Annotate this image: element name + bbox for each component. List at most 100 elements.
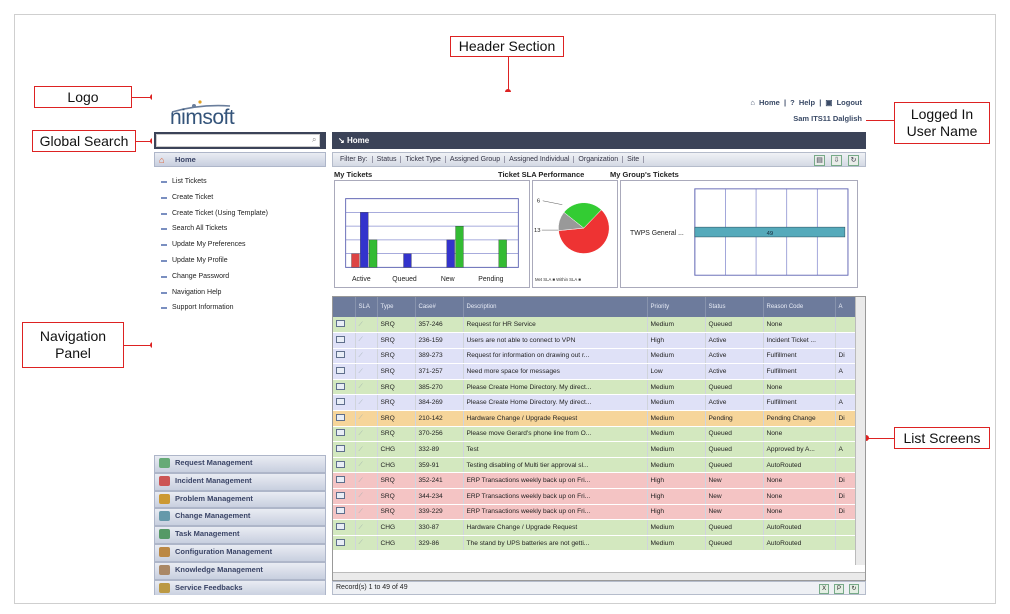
table-row[interactable]: ⟋ CHG 332-89 Test Medium Queued Approved by A.… <box>333 441 858 458</box>
filter-option[interactable]: Ticket Type <box>401 156 446 163</box>
refresh-icon[interactable]: ↻ <box>849 584 859 594</box>
row-print-cell[interactable] <box>333 410 356 427</box>
table-row[interactable]: ⟋ SRQ 210-142 Hardware Change / Upgrade Req… <box>333 410 858 427</box>
print-icon[interactable]: ▤ <box>814 155 826 166</box>
search-icon[interactable]: ⌕ <box>312 135 321 145</box>
cell-priority: Medium <box>647 535 706 552</box>
home-link[interactable]: Home <box>759 98 780 107</box>
nav-module-knowledge-management[interactable]: Knowledge Management <box>154 561 326 580</box>
row-print-cell[interactable] <box>333 379 356 396</box>
nav-link[interactable]: Navigation Help <box>160 286 326 302</box>
filter-option[interactable]: Organization <box>574 156 624 163</box>
table-row[interactable]: ⟋ SRQ 236-159 Users are not able to connect… <box>333 332 858 349</box>
row-print-cell[interactable] <box>333 394 356 412</box>
table-row[interactable]: ⟋ SRQ 371-257 Need more space for messages L… <box>333 363 858 380</box>
column-header[interactable]: Status <box>705 297 764 317</box>
navigation-panel: ⌂ Home List Tickets Create Ticket Create T… <box>154 152 326 595</box>
filter-option[interactable]: Site <box>623 156 645 163</box>
row-print-cell[interactable] <box>333 441 356 458</box>
row-print-cell[interactable] <box>333 519 356 536</box>
printer-icon[interactable] <box>336 320 345 328</box>
horizontal-scrollbar[interactable] <box>333 572 865 580</box>
printer-icon[interactable] <box>336 491 345 499</box>
column-header[interactable]: SLA <box>355 297 378 317</box>
printer-icon[interactable] <box>336 445 345 453</box>
nav-module-incident-management[interactable]: Incident Management <box>154 472 326 491</box>
printer-icon[interactable] <box>336 335 345 343</box>
logout-link[interactable]: Logout <box>837 98 862 107</box>
table-row[interactable]: ⟋ SRQ 389-273 Request for information on dr… <box>333 348 858 365</box>
table-row[interactable]: ⟋ SRQ 357-246 Request for HR Service Medium Q… <box>333 317 858 334</box>
cell-status: Active <box>705 394 764 412</box>
column-header[interactable]: Type <box>377 297 416 317</box>
row-print-cell[interactable] <box>333 457 356 474</box>
vertical-scrollbar[interactable] <box>855 297 865 565</box>
printer-icon[interactable] <box>336 382 345 390</box>
column-header[interactable]: Description <box>463 297 648 317</box>
filter-option[interactable]: Assigned Individual <box>505 156 575 163</box>
nav-link[interactable]: Create Ticket <box>160 191 326 207</box>
row-print-cell[interactable] <box>333 504 356 521</box>
table-row[interactable]: ⟋ SRQ 352-241 ERP Transactions weekly back … <box>333 472 858 490</box>
nav-module-task-management[interactable]: Task Management <box>154 526 326 544</box>
excel-export-icon[interactable]: X <box>819 584 830 594</box>
row-print-cell[interactable] <box>333 332 356 349</box>
nav-link[interactable]: Create Ticket (Using Template) <box>160 207 326 223</box>
column-header[interactable] <box>333 297 356 317</box>
table-row[interactable]: ⟋ SRQ 370-256 Please move Gerard's phone li… <box>333 426 858 443</box>
printer-icon[interactable] <box>336 460 345 468</box>
printer-icon[interactable] <box>336 507 345 515</box>
nav-module-problem-management[interactable]: Problem Management <box>154 490 326 509</box>
cell-type: CHG <box>377 519 416 536</box>
nav-module-configuration-management[interactable]: Configuration Management <box>154 543 326 562</box>
row-print-cell[interactable] <box>333 363 356 380</box>
nav-link[interactable]: Update My Preferences <box>160 238 326 254</box>
printer-icon[interactable] <box>336 413 345 421</box>
row-print-cell[interactable] <box>333 317 356 334</box>
row-print-cell[interactable] <box>333 472 356 490</box>
nav-link[interactable]: List Tickets <box>160 175 326 191</box>
nav-link[interactable]: Support Information <box>160 301 326 317</box>
nav-module-request-management[interactable]: Request Management <box>154 455 326 473</box>
filter-option[interactable]: Assigned Group <box>445 156 506 163</box>
global-search-input[interactable] <box>156 134 320 147</box>
printer-icon[interactable] <box>336 351 345 359</box>
nav-link[interactable]: Update My Profile <box>160 254 326 270</box>
ticket-list-grid: SLA Type Case# Description Priority Status Rea… <box>332 296 866 581</box>
nav-link[interactable]: Change Password <box>160 270 326 286</box>
table-row[interactable]: ⟋ CHG 329-86 The stand by UPS batteries are… <box>333 535 858 552</box>
table-row[interactable]: ⟋ CHG 330-87 Hardware Change / Upgrade Requ… <box>333 519 858 536</box>
table-row[interactable]: ⟋ SRQ 339-229 ERP Transactions weekly back … <box>333 504 858 521</box>
table-row[interactable]: ⟋ SRQ 385-270 Please Create Home Directory.… <box>333 379 858 396</box>
refresh-icon[interactable]: ↻ <box>848 155 859 166</box>
table-row[interactable]: ⟋ CHG 359-91 Testing disabling of Multi tie… <box>333 457 858 474</box>
nav-link[interactable]: Search All Tickets <box>160 222 326 238</box>
printer-icon[interactable] <box>336 367 345 375</box>
filter-option[interactable]: Status <box>372 156 402 163</box>
column-header[interactable]: A <box>835 297 858 317</box>
nav-home-header[interactable]: ⌂ Home <box>154 152 326 167</box>
breadcrumb-home[interactable]: Home <box>347 136 369 145</box>
column-header[interactable]: Priority <box>647 297 706 317</box>
row-print-cell[interactable] <box>333 488 356 505</box>
nav-module-change-management[interactable]: Change Management <box>154 508 326 527</box>
nav-module-service-feedbacks[interactable]: Service Feedbacks <box>154 579 326 595</box>
table-row[interactable]: ⟋ SRQ 384-269 Please Create Home Directory.… <box>333 394 858 412</box>
table-row[interactable]: ⟋ SRQ 344-234 ERP Transactions weekly back … <box>333 488 858 505</box>
printer-icon[interactable] <box>336 429 345 437</box>
printer-icon[interactable] <box>336 523 345 531</box>
printer-icon[interactable] <box>336 538 345 546</box>
row-print-cell[interactable] <box>333 348 356 365</box>
column-header[interactable]: Reason Code <box>763 297 836 317</box>
printer-icon[interactable] <box>336 476 345 484</box>
printer-icon[interactable] <box>336 398 345 406</box>
cell-status: Queued <box>705 441 764 458</box>
cell-desc: Please Create Home Directory. My direct.… <box>463 394 648 412</box>
row-print-cell[interactable] <box>333 426 356 443</box>
pie-label: 6 <box>537 199 540 205</box>
export-icon[interactable]: ⇩ <box>831 155 843 166</box>
row-print-cell[interactable] <box>333 535 356 552</box>
column-header[interactable]: Case# <box>415 297 464 317</box>
help-link[interactable]: Help <box>799 98 815 107</box>
pdf-export-icon[interactable]: P <box>834 584 845 594</box>
